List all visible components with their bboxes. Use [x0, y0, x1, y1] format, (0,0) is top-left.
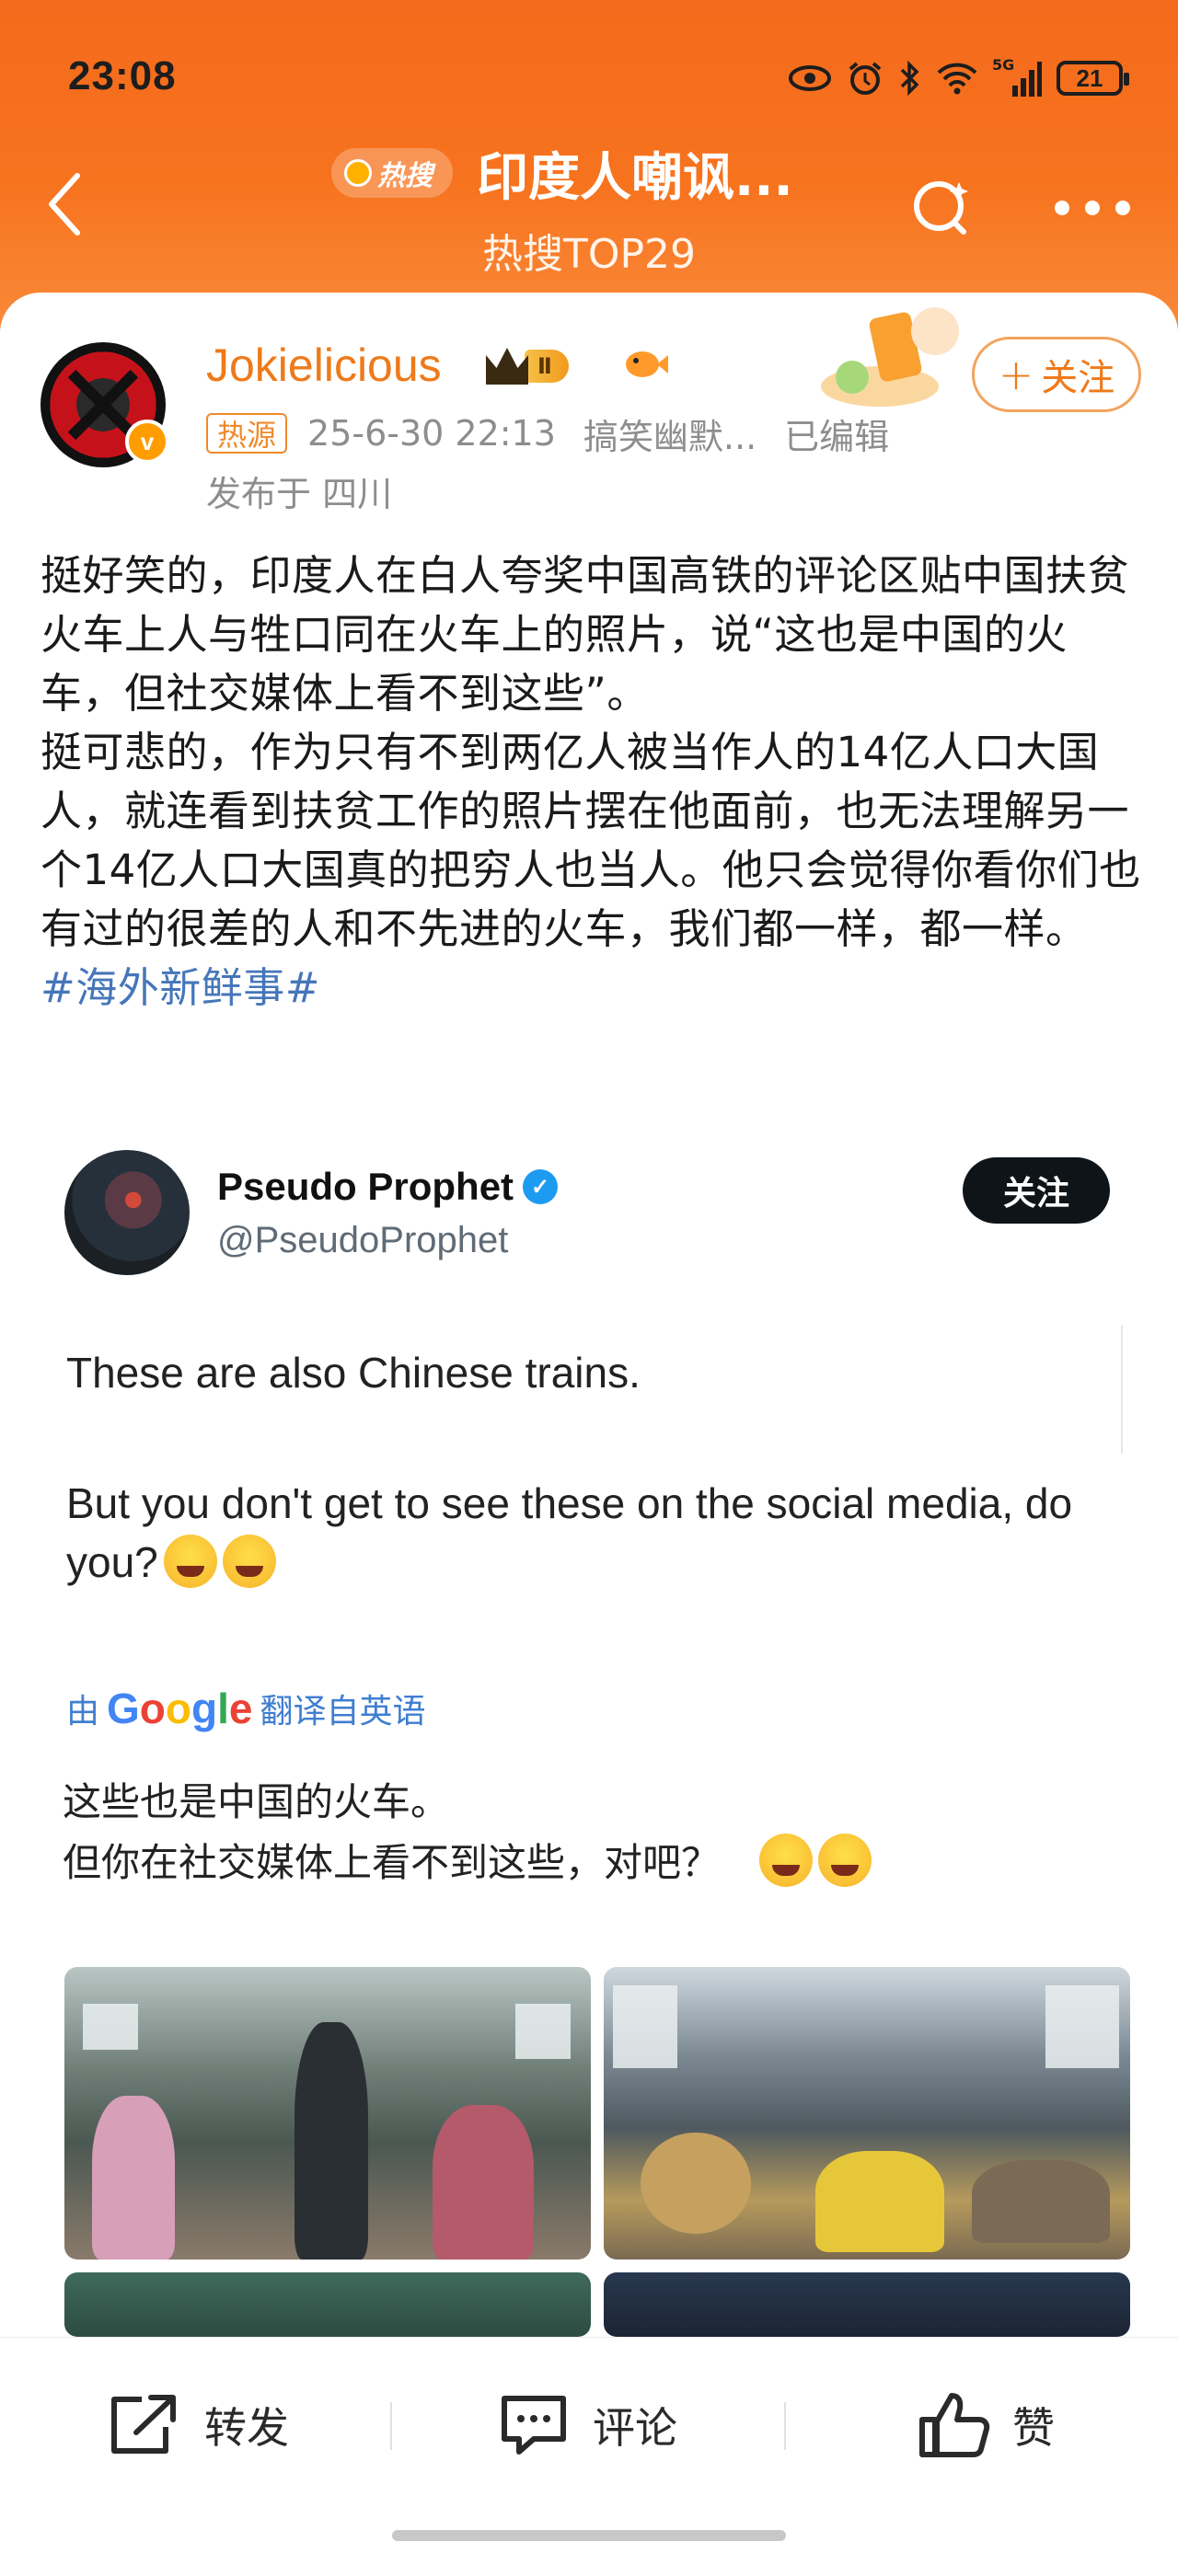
- status-icons: 5G 21: [788, 55, 1129, 101]
- alarm-icon: [849, 62, 882, 95]
- author-name[interactable]: Jokielicious: [206, 339, 442, 392]
- tweet-photo[interactable]: [604, 2272, 1130, 2337]
- sweat-smile-emoji-icon: [163, 1535, 217, 1588]
- like-icon: [919, 2393, 990, 2457]
- divider: [784, 2402, 786, 2450]
- share-icon: [111, 2395, 176, 2454]
- train-window: [515, 2004, 571, 2059]
- share-button[interactable]: 转发: [105, 2384, 289, 2467]
- tweet-divider: [1121, 1325, 1123, 1454]
- decorative-sticker: [821, 307, 959, 407]
- hot-badge-label: 热搜: [377, 160, 433, 192]
- google-logo-icon: Google: [107, 1685, 253, 1732]
- translation-line: 但你在社交媒体上看不到这些，对吧？: [63, 1840, 721, 1885]
- crown-icon: [486, 348, 528, 385]
- post-location: 发布于 四川: [206, 474, 393, 514]
- bluetooth-icon: [900, 60, 919, 97]
- post-body: 挺好笑的，印度人在白人夸奖中国高铁的评论区贴中国扶贫火车上人与牲口同在火车上的照…: [40, 546, 1141, 1018]
- follow-button[interactable]: + 关注: [972, 337, 1141, 412]
- tweet-photo[interactable]: [604, 1967, 1130, 2260]
- post-timestamp: 25-6-30 22:13: [307, 413, 556, 454]
- fish-icon: [626, 351, 668, 377]
- tears-of-joy-emoji-icon: [222, 1535, 276, 1588]
- share-label: 转发: [204, 2403, 289, 2453]
- battery-indicator: 21: [1057, 61, 1129, 96]
- status-bar: 23:08 5G 21: [0, 0, 1178, 156]
- google-translate-note: 由 Google 翻译自英语: [66, 1684, 426, 1733]
- comment-button[interactable]: 评论: [497, 2384, 677, 2467]
- photo-figure: [92, 2096, 175, 2260]
- translation-line: 这些也是中国的火车。: [63, 1779, 450, 1824]
- tweet-handle: @PseudoProphet: [217, 1220, 509, 1260]
- like-button[interactable]: 赞: [917, 2384, 1055, 2467]
- tweet-photo[interactable]: [64, 2272, 591, 2337]
- hot-icon: [344, 159, 372, 187]
- source-tag[interactable]: 热源: [206, 413, 288, 454]
- more-icon-dot: [1085, 201, 1100, 215]
- post-paragraph: 挺好笑的，印度人在白人夸奖中国高铁的评论区贴中国扶贫火车上人与牲口同在火车上的照…: [40, 551, 1130, 718]
- search-icon: [914, 181, 968, 235]
- tears-of-joy-emoji-icon: [818, 1834, 872, 1887]
- tweet-follow-button: 关注: [963, 1157, 1110, 1224]
- header-bar: 23:08 5G 21 热搜 印度人嘲讽... 热搜TOP29: [0, 0, 1178, 331]
- plus-icon: +: [998, 350, 1034, 399]
- network-label: 5G: [992, 56, 1015, 74]
- status-time: 23:08: [68, 53, 177, 98]
- photo-basket: [641, 2133, 751, 2234]
- eye-icon: [789, 65, 831, 91]
- train-window: [1045, 1985, 1119, 2068]
- more-icon: [1055, 201, 1069, 215]
- train-window: [83, 2004, 138, 2050]
- divider: [390, 2402, 392, 2450]
- vip-badge[interactable]: Ⅱ: [486, 344, 607, 388]
- vip-level: Ⅱ: [525, 350, 569, 383]
- tweet-photo[interactable]: [64, 1967, 591, 2260]
- tweet-translation: 这些也是中国的火车。 但你在社交媒体上看不到这些，对吧？: [63, 1772, 872, 1893]
- tweet-avatar: [64, 1150, 190, 1275]
- like-label: 赞: [1012, 2403, 1055, 2453]
- tweet-author-name: Pseudo Prophet: [217, 1165, 514, 1208]
- tweet-body: These are also Chinese trains. But you d…: [66, 1343, 1079, 1592]
- translation-line-container: 但你在社交媒体上看不到这些，对吧？: [63, 1833, 872, 1893]
- photo-figure: [815, 2151, 944, 2252]
- translate-prefix: 由: [66, 1693, 100, 1731]
- train-window: [613, 1985, 677, 2068]
- hashtag-link[interactable]: #海外新鲜事#: [40, 959, 1141, 1018]
- photo-figure: [433, 2105, 534, 2260]
- follow-label: 关注: [1041, 357, 1115, 399]
- tweet-author: Pseudo Prophet ✓: [217, 1165, 559, 1209]
- search-button[interactable]: [906, 171, 979, 245]
- tweet-line-container: But you don't get to see these on the so…: [66, 1474, 1079, 1592]
- photo-figure: [972, 2160, 1110, 2243]
- sweat-smile-emoji-icon: [759, 1834, 814, 1887]
- verified-check-icon: ✓: [523, 1169, 559, 1204]
- more-icon-dot: [1115, 201, 1130, 215]
- more-button[interactable]: [1055, 180, 1130, 236]
- edited-label[interactable]: 已编辑: [784, 408, 889, 459]
- verified-icon: v: [125, 420, 169, 464]
- embedded-tweet-image[interactable]: Pseudo Prophet ✓ @PseudoProphet 关注 These…: [40, 1141, 1141, 2052]
- tweet-line: These are also Chinese trains.: [66, 1349, 641, 1397]
- page-title: 印度人嘲讽...: [477, 147, 793, 208]
- comment-label: 评论: [593, 2403, 677, 2453]
- tweet-line: But you don't get to see these on the so…: [66, 1479, 1073, 1586]
- wifi-icon: [937, 63, 977, 95]
- post-paragraph: 挺可悲的，作为只有不到两亿人被当作人的14亿人口大国人，就连看到扶贫工作的照片摆…: [40, 728, 1141, 953]
- translate-suffix: 翻译自英语: [260, 1693, 426, 1731]
- signal-icon: 5G: [992, 56, 1042, 97]
- page-subtitle: 热搜TOP29: [481, 231, 697, 278]
- home-indicator[interactable]: [392, 2530, 786, 2541]
- hot-search-badge: 热搜: [331, 148, 453, 198]
- post-meta: 热源 25-6-30 22:13 搞笑幽默... 已编辑: [206, 408, 889, 459]
- title-group: 热搜 印度人嘲讽...: [331, 136, 847, 210]
- post-category[interactable]: 搞笑幽默...: [583, 408, 756, 459]
- photo-figure: [294, 2022, 368, 2260]
- comment-icon: [502, 2396, 566, 2455]
